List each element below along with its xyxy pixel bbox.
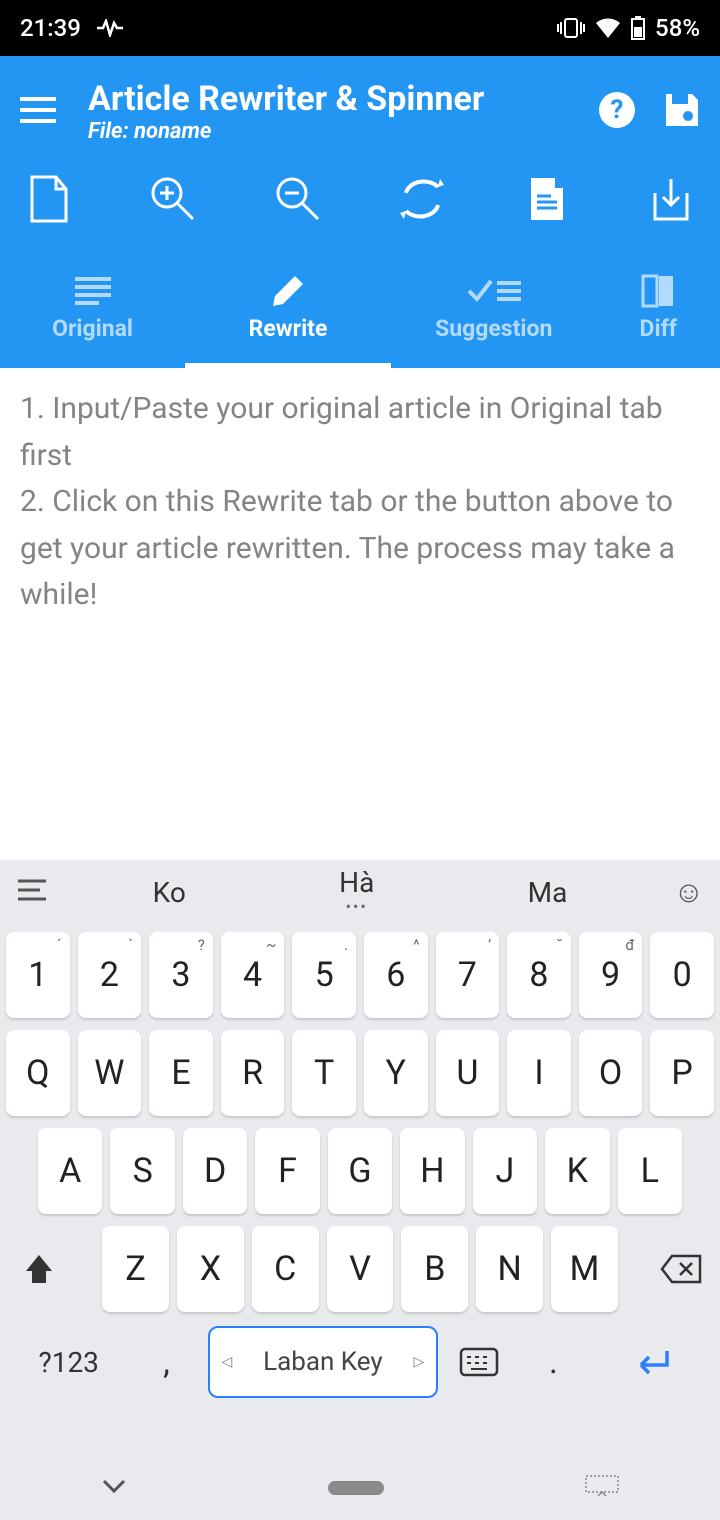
tab-rewrite[interactable]: Rewrite bbox=[185, 248, 391, 368]
key-4[interactable]: ~4 bbox=[221, 932, 285, 1018]
suggestion-bar: Ko Hà ••• Ma ☺ bbox=[0, 860, 720, 924]
zoom-in-button[interactable] bbox=[146, 172, 200, 226]
system-nav-bar bbox=[0, 1456, 720, 1520]
app-header: Article Rewriter & Spinner File: noname … bbox=[0, 56, 720, 368]
document-button[interactable] bbox=[520, 172, 574, 226]
app-title: Article Rewriter & Spinner bbox=[88, 80, 598, 119]
emoji-button[interactable]: ☺ bbox=[644, 875, 704, 910]
diff-icon bbox=[641, 275, 675, 307]
lines-icon bbox=[75, 275, 111, 307]
tab-suggestion[interactable]: Suggestion bbox=[391, 248, 597, 368]
key-h[interactable]: H bbox=[400, 1128, 464, 1214]
key-i[interactable]: I bbox=[507, 1030, 571, 1116]
clipboard-icon[interactable] bbox=[16, 877, 76, 907]
key-n[interactable]: N bbox=[476, 1226, 543, 1312]
key-row-3: A S D F G H J K L bbox=[6, 1128, 714, 1214]
key-z[interactable]: Z bbox=[102, 1226, 169, 1312]
key-t[interactable]: T bbox=[292, 1030, 356, 1116]
placeholder-text: 1. Input/Paste your original article in … bbox=[20, 386, 700, 619]
key-m[interactable]: M bbox=[551, 1226, 618, 1312]
file-label: File: noname bbox=[88, 119, 598, 144]
key-8[interactable]: ˘8 bbox=[507, 932, 571, 1018]
key-v[interactable]: V bbox=[327, 1226, 394, 1312]
activity-icon bbox=[97, 19, 123, 37]
suggestion-1[interactable]: Ko bbox=[153, 876, 186, 909]
save-button[interactable] bbox=[664, 92, 700, 132]
vibrate-icon bbox=[557, 17, 585, 39]
tab-label: Rewrite bbox=[249, 315, 328, 342]
key-y[interactable]: Y bbox=[364, 1030, 428, 1116]
svg-text:?: ? bbox=[611, 95, 624, 125]
key-q[interactable]: Q bbox=[6, 1030, 70, 1116]
key-w[interactable]: W bbox=[78, 1030, 142, 1116]
pencil-icon bbox=[273, 275, 303, 307]
tab-label: Diff bbox=[640, 315, 678, 342]
key-a[interactable]: A bbox=[38, 1128, 102, 1214]
wifi-icon bbox=[595, 18, 621, 38]
key-f[interactable]: F bbox=[255, 1128, 319, 1214]
key-k[interactable]: K bbox=[545, 1128, 609, 1214]
chevron-right-icon: ▷ bbox=[414, 1354, 425, 1370]
key-j[interactable]: J bbox=[473, 1128, 537, 1214]
chevron-left-icon: ◁ bbox=[222, 1354, 233, 1370]
tab-diff[interactable]: Diff bbox=[597, 248, 720, 368]
mode-key[interactable]: ?123 bbox=[12, 1324, 125, 1400]
content-area[interactable]: 1. Input/Paste your original article in … bbox=[0, 368, 720, 878]
status-bar: 21:39 58% bbox=[0, 0, 720, 56]
key-row-2: Q W E R T Y U I O P bbox=[6, 1030, 714, 1116]
key-g[interactable]: G bbox=[328, 1128, 392, 1214]
key-5[interactable]: .5 bbox=[292, 932, 356, 1018]
nav-back-icon[interactable] bbox=[100, 1477, 128, 1499]
keyboard-switch-key[interactable] bbox=[446, 1324, 512, 1400]
key-e[interactable]: E bbox=[149, 1030, 213, 1116]
enter-key[interactable] bbox=[595, 1324, 708, 1400]
help-button[interactable]: ? bbox=[598, 91, 636, 133]
key-9[interactable]: đ9 bbox=[579, 932, 643, 1018]
key-p[interactable]: P bbox=[650, 1030, 714, 1116]
status-battery: 58% bbox=[655, 14, 700, 42]
key-s[interactable]: S bbox=[110, 1128, 174, 1214]
checklist-icon bbox=[467, 275, 521, 307]
keyboard: Ko Hà ••• Ma ☺ ´1 `2 ?3 ~4 .5 ^6 ’7 ˘8 đ… bbox=[0, 860, 720, 1520]
toolbar bbox=[0, 154, 720, 248]
key-l[interactable]: L bbox=[618, 1128, 682, 1214]
tab-label: Original bbox=[52, 315, 133, 342]
key-0[interactable]: 0 bbox=[650, 932, 714, 1018]
period-key[interactable]: . bbox=[520, 1324, 586, 1400]
status-time: 21:39 bbox=[20, 14, 81, 42]
key-3[interactable]: ?3 bbox=[149, 932, 213, 1018]
tab-original[interactable]: Original bbox=[0, 248, 185, 368]
key-2[interactable]: `2 bbox=[78, 932, 142, 1018]
key-r[interactable]: R bbox=[221, 1030, 285, 1116]
key-d[interactable]: D bbox=[183, 1128, 247, 1214]
nav-keyboard-icon[interactable] bbox=[584, 1474, 620, 1502]
battery-icon bbox=[631, 16, 645, 40]
key-row-4: Z X C V B N M bbox=[6, 1226, 714, 1312]
key-row-1: ´1 `2 ?3 ~4 .5 ^6 ’7 ˘8 đ9 0 bbox=[6, 932, 714, 1018]
key-7[interactable]: ’7 bbox=[436, 932, 500, 1018]
backspace-key[interactable] bbox=[647, 1226, 714, 1312]
key-x[interactable]: X bbox=[177, 1226, 244, 1312]
suggestion-3[interactable]: Ma bbox=[528, 876, 568, 909]
key-6[interactable]: ^6 bbox=[364, 932, 428, 1018]
zoom-out-button[interactable] bbox=[271, 172, 325, 226]
tabs: Original Rewrite Suggestion Diff bbox=[0, 248, 720, 368]
nav-home[interactable] bbox=[328, 1481, 384, 1495]
key-b[interactable]: B bbox=[401, 1226, 468, 1312]
refresh-button[interactable] bbox=[395, 172, 449, 226]
comma-key[interactable]: , bbox=[133, 1324, 199, 1400]
shift-key[interactable] bbox=[6, 1226, 73, 1312]
suggestion-2[interactable]: Hà ••• bbox=[339, 869, 374, 915]
space-key[interactable]: ◁ Laban Key ▷ bbox=[208, 1326, 439, 1398]
key-c[interactable]: C bbox=[252, 1226, 319, 1312]
key-row-bottom: ?123 , ◁ Laban Key ▷ . bbox=[6, 1324, 714, 1400]
menu-button[interactable] bbox=[18, 90, 68, 134]
key-o[interactable]: O bbox=[579, 1030, 643, 1116]
download-button[interactable] bbox=[644, 172, 698, 226]
key-u[interactable]: U bbox=[436, 1030, 500, 1116]
tab-label: Suggestion bbox=[435, 315, 552, 342]
key-1[interactable]: ´1 bbox=[6, 932, 70, 1018]
new-file-button[interactable] bbox=[22, 172, 76, 226]
